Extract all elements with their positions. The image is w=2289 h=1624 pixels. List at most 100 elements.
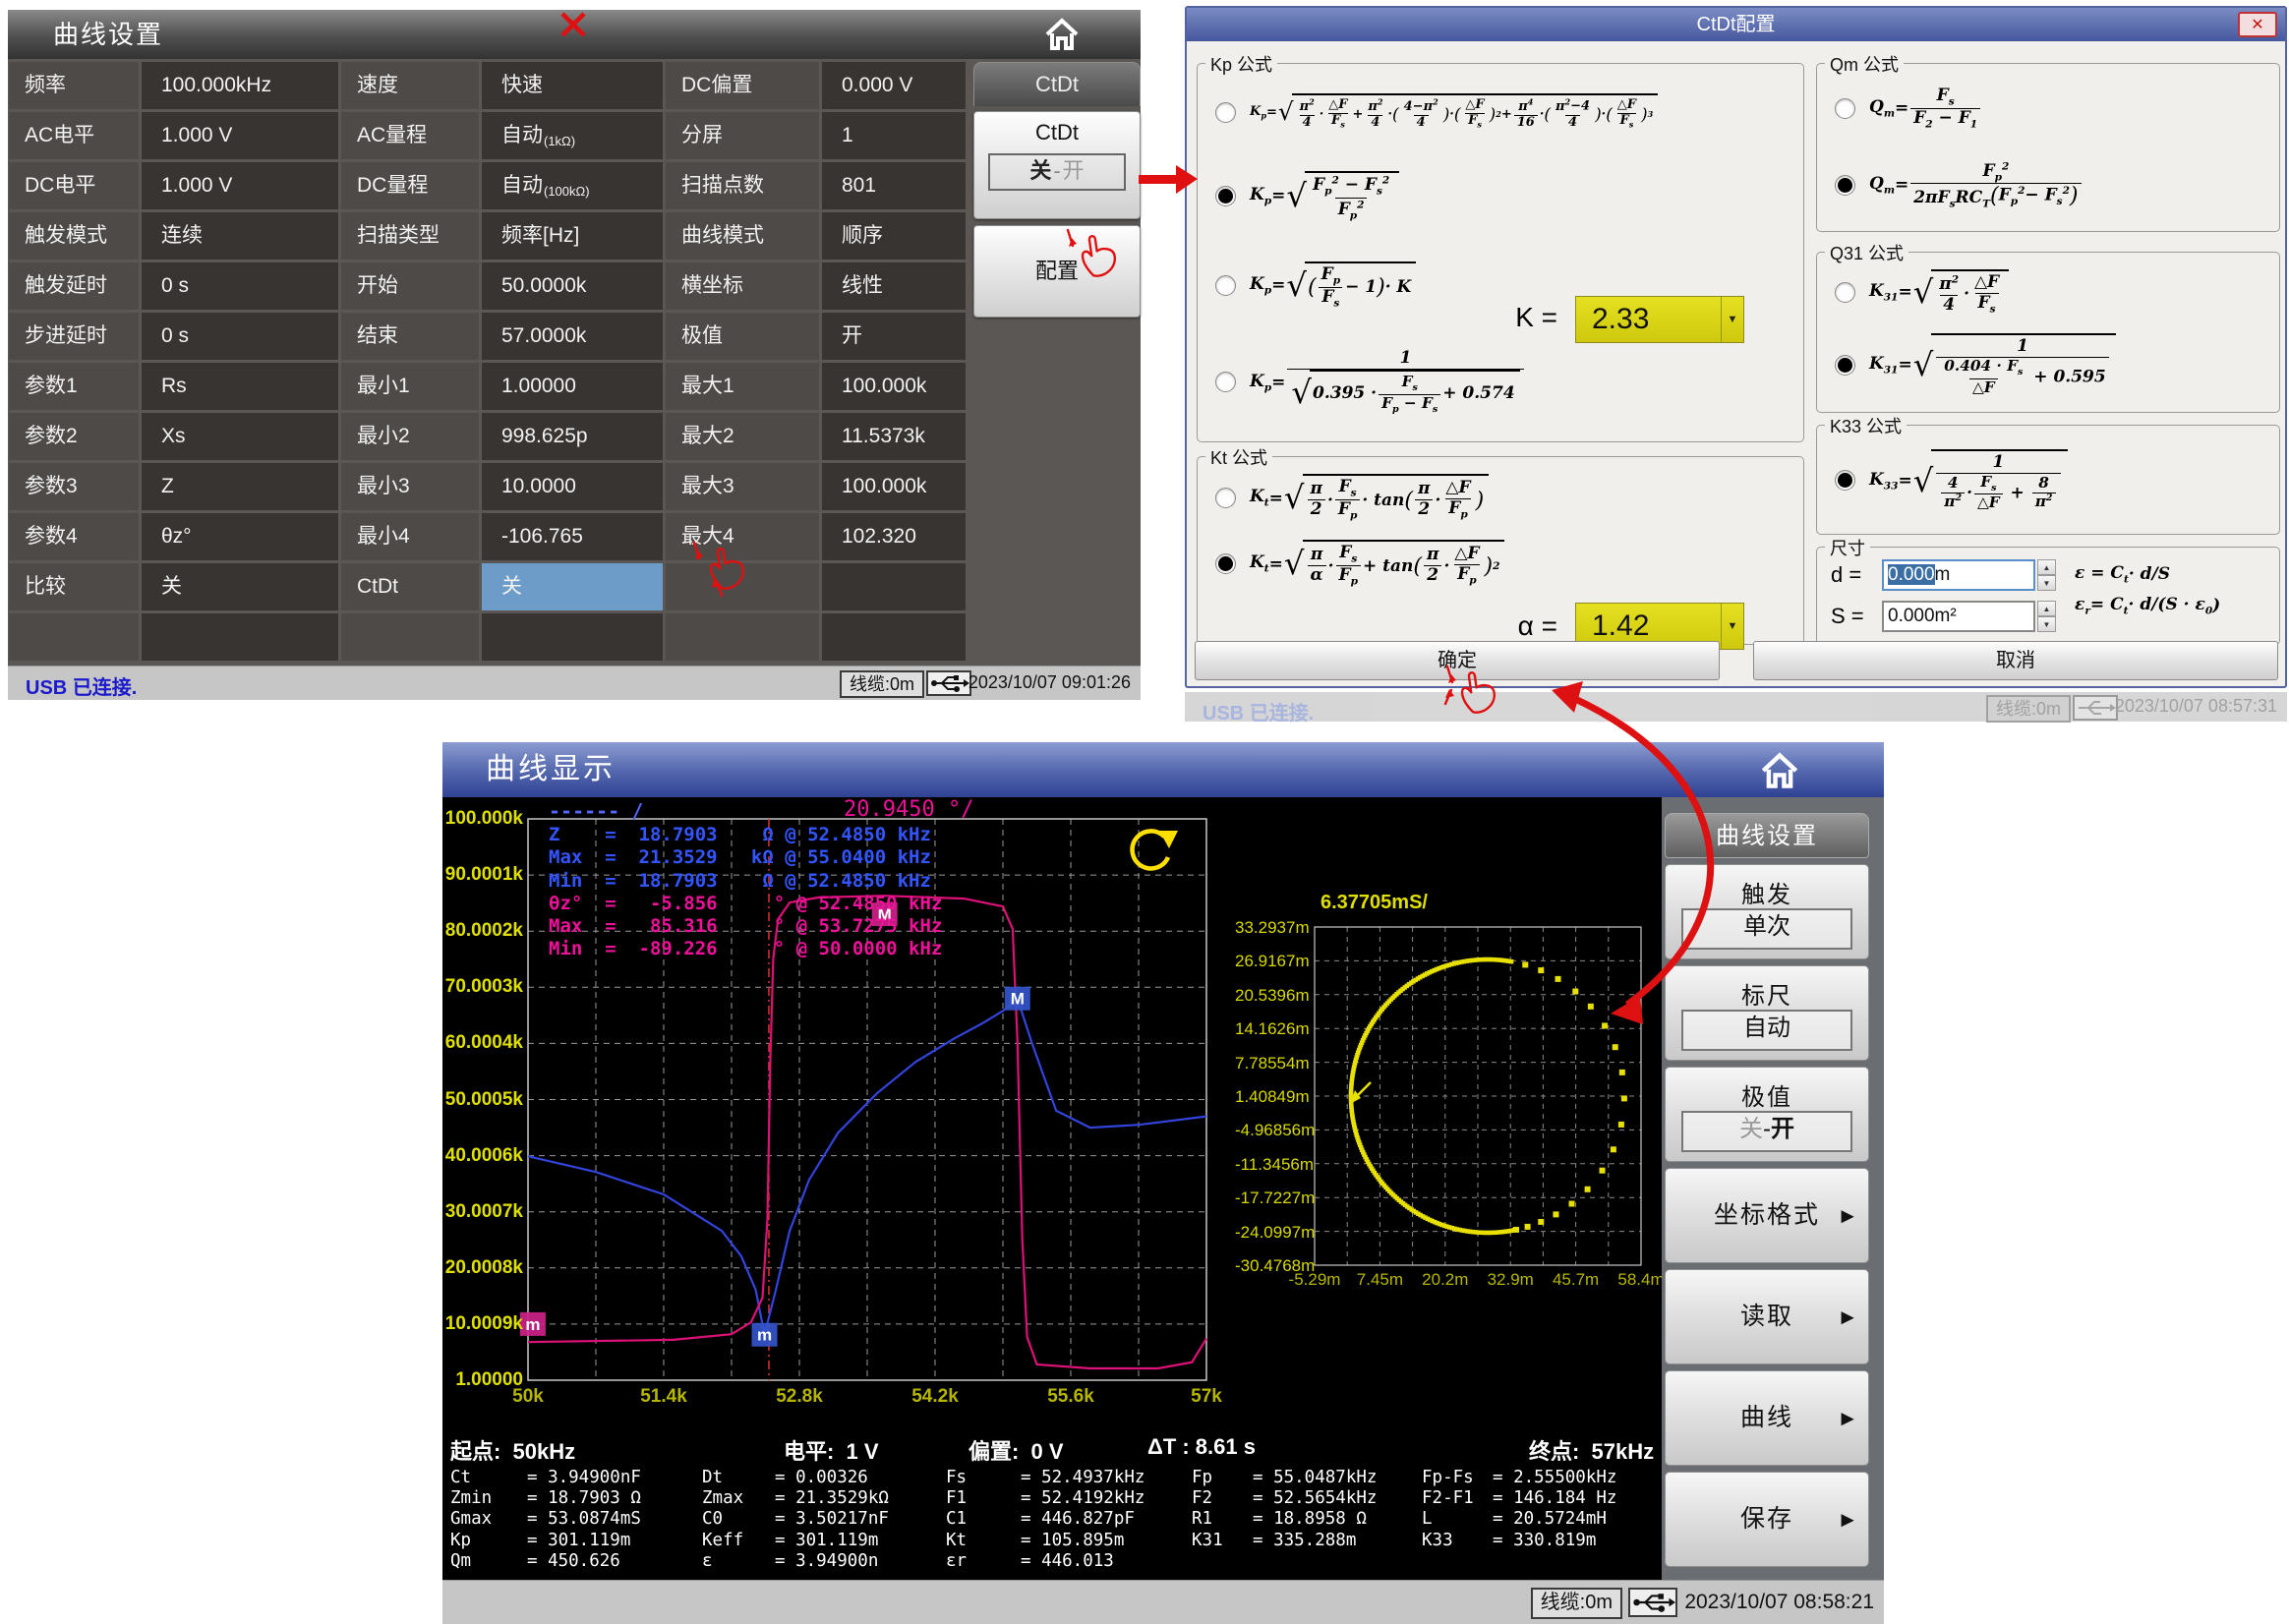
- d-input[interactable]: 0.000m: [1882, 559, 2035, 591]
- formula: Kt = √πα·FsFp + tan(π2·△FFp)2: [1250, 540, 1505, 587]
- info-item: 偏置: 0 V: [968, 1434, 1064, 1466]
- setting-value-cell[interactable]: 10.0000: [482, 463, 663, 510]
- ctdt-config-button[interactable]: 配置: [973, 225, 1141, 318]
- radio-selected[interactable]: [1835, 175, 1855, 196]
- ctdt-toggle-button[interactable]: CtDt 关-开: [973, 111, 1141, 219]
- setting-value-cell[interactable]: 快速: [482, 62, 663, 109]
- setting-value-cell[interactable]: 57.0000k: [482, 313, 663, 360]
- k-dropdown[interactable]: 2.33▼: [1575, 296, 1744, 343]
- svg-text:M: M: [1011, 990, 1025, 1009]
- radio-unselected[interactable]: [1835, 98, 1855, 119]
- setting-value-cell[interactable]: 100.000k: [822, 463, 966, 510]
- radio-unselected[interactable]: [1215, 102, 1236, 123]
- y-tick: 70.0003k: [444, 976, 523, 998]
- s-input[interactable]: 0.000m²: [1882, 601, 2035, 632]
- setting-value-cell[interactable]: 1: [822, 112, 966, 159]
- sidebar-button-6[interactable]: 曲线►: [1665, 1370, 1869, 1466]
- setting-label-cell: [666, 613, 819, 661]
- setting-value-cell[interactable]: 连续: [142, 212, 338, 260]
- sidebar-button-3[interactable]: 极值关-开: [1665, 1067, 1869, 1162]
- setting-value-cell[interactable]: 线性: [822, 262, 966, 310]
- setting-value-cell[interactable]: 1.000 V: [142, 162, 338, 209]
- setting-value-cell[interactable]: Xs: [142, 413, 338, 460]
- home-icon[interactable]: [1044, 18, 1080, 51]
- x-tick: 57k: [1165, 1386, 1248, 1408]
- setting-label-cell: 极值: [666, 313, 819, 360]
- measurement-cell: Kp= 301.119m: [450, 1531, 702, 1551]
- cancel-button[interactable]: 取消: [1753, 641, 2278, 680]
- measurement-cell: F2= 52.5654kHz: [1192, 1488, 1422, 1509]
- setting-value-cell[interactable]: 11.5373k: [822, 413, 966, 460]
- setting-value-cell[interactable]: [142, 613, 338, 661]
- setting-value-cell[interactable]: 0.000 V: [822, 62, 966, 109]
- sidebar-button-7[interactable]: 保存►: [1665, 1472, 1869, 1567]
- setting-value-cell[interactable]: 关: [482, 563, 663, 610]
- radio-unselected[interactable]: [1215, 488, 1236, 508]
- setting-value-cell[interactable]: 自动(1kΩ): [482, 112, 663, 159]
- setting-label-cell: 最小2: [341, 413, 479, 460]
- d-stepper[interactable]: ▲▼: [2037, 559, 2056, 591]
- setting-value-cell[interactable]: 801: [822, 162, 966, 209]
- home-icon[interactable]: [1760, 752, 1799, 789]
- radio-unselected[interactable]: [1215, 372, 1236, 392]
- sidebar-tab-curve-settings[interactable]: 曲线设置: [1665, 813, 1869, 858]
- cable-length-badge: 线缆:0m: [840, 670, 924, 698]
- epsilon-r-formula: εr = Ct · d/(S · ε0): [2075, 595, 2220, 616]
- info-item: 电平: 1 V: [784, 1434, 879, 1466]
- sidebar-button-4[interactable]: 坐标格式►: [1665, 1168, 1869, 1263]
- setting-value-cell[interactable]: 50.0000k: [482, 262, 663, 310]
- setting-value-cell[interactable]: θz°: [142, 513, 338, 560]
- chevron-down-icon: ▼: [1721, 604, 1743, 649]
- z-scale-annotation: ------ /: [549, 799, 643, 823]
- setting-value-cell[interactable]: 100.000k: [822, 363, 966, 410]
- dialog-titlebar: CtDt配置: [1187, 8, 2285, 41]
- sidebar-button-5[interactable]: 读取►: [1665, 1269, 1869, 1364]
- sidebar-button-2[interactable]: 标尺自动: [1665, 965, 1869, 1061]
- setting-value-cell[interactable]: -106.765: [482, 513, 663, 560]
- setting-value-cell[interactable]: Rs: [142, 363, 338, 410]
- info-item: ΔT : 8.61 s: [1147, 1434, 1256, 1460]
- s-stepper[interactable]: ▲▼: [2037, 601, 2056, 632]
- setting-value-cell[interactable]: 102.320: [822, 513, 966, 560]
- setting-value-cell[interactable]: 998.625p: [482, 413, 663, 460]
- y-tick: 40.0006k: [444, 1145, 523, 1167]
- close-icon[interactable]: ✕: [2238, 12, 2277, 37]
- radio-selected[interactable]: [1215, 553, 1236, 574]
- setting-value-cell[interactable]: 0 s: [142, 313, 338, 360]
- formula-option: Kp = √π24·△FFs + π24·(4−π24)·(△FFs)2 + π…: [1215, 93, 1795, 130]
- setting-value-cell[interactable]: [822, 563, 966, 610]
- formula: Qm = Fp22πFsRCT(Fp2 − Fs2): [1869, 160, 2084, 210]
- setting-value-cell[interactable]: 0 s: [142, 262, 338, 310]
- setting-label-cell: 最大3: [666, 463, 819, 510]
- measurement-cell: C0= 3.50217nF: [702, 1509, 946, 1530]
- ok-button[interactable]: 确定: [1195, 641, 1720, 680]
- ctdt-tab[interactable]: CtDt: [973, 62, 1141, 106]
- setting-value-cell[interactable]: 自动(100kΩ): [482, 162, 663, 209]
- setting-value-cell[interactable]: 100.000kHz: [142, 62, 338, 109]
- formula-option: Qm = FsF2 − F1: [1835, 87, 2271, 130]
- x-tick: 55.6k: [1029, 1386, 1112, 1408]
- setting-label-cell: 频率: [9, 62, 139, 109]
- setting-value-cell[interactable]: 1.000 V: [142, 112, 338, 159]
- radio-selected[interactable]: [1835, 470, 1855, 491]
- radio-selected[interactable]: [1835, 355, 1855, 376]
- setting-value-cell[interactable]: [822, 613, 966, 661]
- setting-value-cell[interactable]: Z: [142, 463, 338, 510]
- setting-value-cell[interactable]: [482, 613, 663, 661]
- radio-unselected[interactable]: [1835, 282, 1855, 303]
- setting-value-cell[interactable]: 关: [142, 563, 338, 610]
- radio-selected[interactable]: [1215, 186, 1236, 206]
- setting-value-cell[interactable]: 顺序: [822, 212, 966, 260]
- page-title: 曲线设置: [53, 20, 163, 49]
- formula: K31 = √10.404 · Fs△F + 0.595: [1869, 333, 2117, 396]
- sidebar-button-1[interactable]: 触发单次: [1665, 864, 1869, 959]
- curve-display-titlebar: 曲线显示: [442, 742, 1884, 797]
- radio-unselected[interactable]: [1215, 275, 1236, 296]
- setting-label-cell: 最小4: [341, 513, 479, 560]
- setting-value-cell[interactable]: 开: [822, 313, 966, 360]
- formula: Kp = √π24·△FFs + π24·(4−π24)·(△FFs)2 + π…: [1250, 93, 1659, 130]
- setting-value-cell[interactable]: 1.00000: [482, 363, 663, 410]
- setting-value-cell[interactable]: 频率[Hz]: [482, 212, 663, 260]
- ctdt-config-dialog: CtDt配置 ✕ Kp 公式 Kp = √π24·△FFs + π24·(4−π…: [1185, 6, 2287, 688]
- measurement-cell: Zmax= 21.3529kΩ: [702, 1488, 946, 1509]
